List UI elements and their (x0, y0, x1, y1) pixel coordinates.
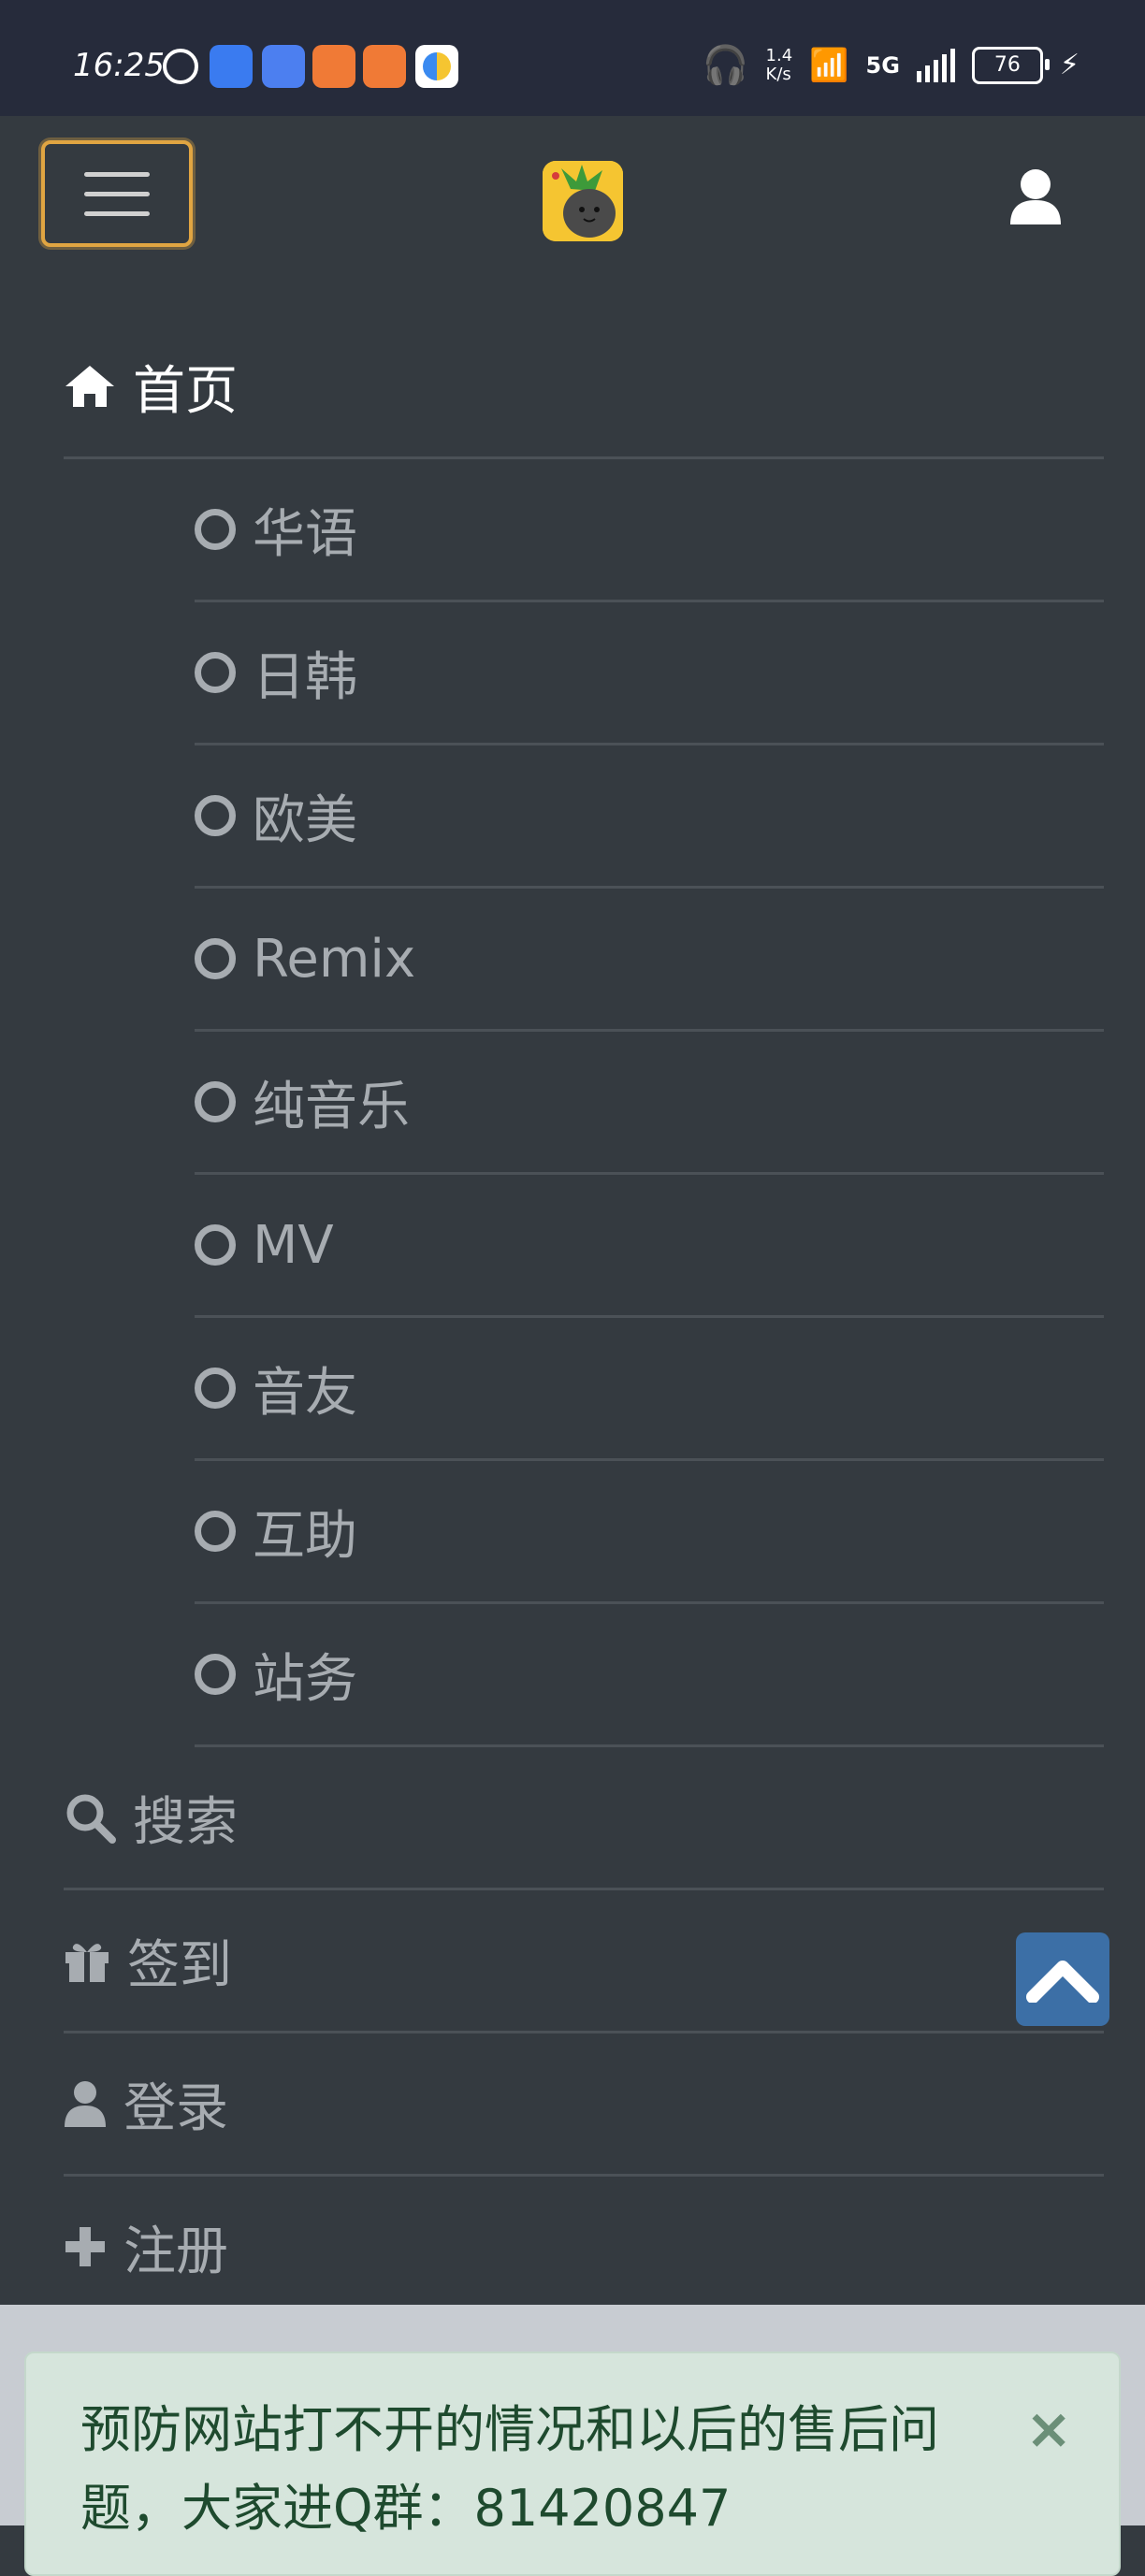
browser-app-icon (415, 45, 458, 88)
nav-subitem-rihan[interactable]: 日韩 (195, 602, 1104, 745)
circle-icon (195, 1224, 236, 1266)
plus-icon (64, 2225, 107, 2268)
nav-subitem-label: Remix (253, 928, 416, 990)
wifi-icon: 📶 (809, 46, 849, 84)
headphones-icon: 🎧 (702, 44, 749, 87)
navbar-toggler-button[interactable] (41, 140, 193, 247)
home-app-icon-2 (363, 45, 406, 88)
hamburger-icon-line (84, 210, 150, 216)
circle-icon (195, 1654, 236, 1695)
circle-icon (195, 938, 236, 979)
nav-subitem-huzhu[interactable]: 互助 (195, 1461, 1104, 1604)
pineapple-logo-icon (543, 161, 623, 241)
nav-item-label: 签到 (127, 1934, 232, 1996)
user-icon (1010, 169, 1061, 224)
nav-item-checkin[interactable]: 签到 (64, 1890, 1104, 2033)
home-icon (64, 364, 116, 409)
nav-subitem-label: 华语 (253, 503, 357, 565)
circle-icon (195, 1368, 236, 1409)
gift-icon (64, 1937, 110, 1984)
alert-text: 预防网站打不开的情况和以后的售后问题，大家进Q群：81420847 (80, 2400, 939, 2538)
navbar (0, 116, 1145, 282)
nav-subitem-zhanwu[interactable]: 站务 (195, 1604, 1104, 1747)
nav-subitem-label: 纯音乐 (253, 1076, 410, 1137)
user-account-button[interactable] (1008, 168, 1063, 226)
nav-item-label: 登录 (123, 2077, 228, 2139)
nav-subitem-remix[interactable]: Remix (195, 889, 1104, 1032)
nav-subitem-mv[interactable]: MV (195, 1175, 1104, 1318)
nav-menu: 首页 华语 日韩 欧美 Remix 纯音乐 MV 音友 互助 站务 搜索 签到 … (64, 316, 1104, 2320)
signal-icon (916, 48, 955, 82)
battery-icon: 76 (971, 46, 1050, 84)
circle-icon (195, 795, 236, 836)
nav-item-search[interactable]: 搜索 (64, 1747, 1104, 1890)
nav-subitem-label: MV (253, 1214, 334, 1276)
nav-subitem-label: 欧美 (253, 789, 357, 851)
circle-icon (195, 652, 236, 693)
status-time: 16:25 (73, 47, 165, 84)
nav-subitem-label: 音友 (253, 1362, 357, 1424)
hamburger-icon-line (84, 191, 150, 196)
security-app-icon (262, 45, 305, 88)
user-icon (64, 2080, 107, 2127)
circle-icon (195, 1511, 236, 1552)
nav-item-label: 搜索 (133, 1791, 238, 1853)
status-indicators: 🎧 1.4 K/s 📶 5G 76 ⚡ (703, 43, 1080, 87)
nav-item-login[interactable]: 登录 (64, 2033, 1104, 2177)
battery-level: 76 (993, 53, 1021, 77)
charging-icon: ⚡ (1059, 49, 1080, 81)
back-to-top-button[interactable] (1016, 1932, 1109, 2026)
circle-icon (195, 1081, 236, 1122)
notice-alert: 预防网站打不开的情况和以后的售后问题，大家进Q群：81420847 × (24, 2352, 1121, 2576)
search-icon (64, 1791, 116, 1844)
alert-close-button[interactable]: × (1025, 2396, 1072, 2462)
nav-subitem-oumei[interactable]: 欧美 (195, 745, 1104, 889)
nav-subitem-huayu[interactable]: 华语 (195, 459, 1104, 602)
page-content: 预防网站打不开的情况和以后的售后问题，大家进Q群：81420847 × (0, 2305, 1145, 2576)
site-logo[interactable] (543, 161, 623, 241)
nav-subitem-label: 站务 (253, 1648, 357, 1710)
nav-item-label: 注册 (123, 2221, 228, 2282)
nav-subitem-label: 互助 (253, 1505, 357, 1567)
alarm-icon (163, 49, 198, 84)
nav-item-label: 首页 (133, 360, 238, 422)
app-store-icon (210, 45, 253, 88)
circle-icon (195, 509, 236, 550)
nav-subitem-label: 日韩 (253, 646, 357, 708)
chevron-up-icon (1026, 1961, 1099, 2003)
hamburger-icon (84, 171, 150, 177)
nav-item-register[interactable]: 注册 (64, 2177, 1104, 2320)
nav-subitem-yinyou[interactable]: 音友 (195, 1318, 1104, 1461)
nav-subitem-pure-music[interactable]: 纯音乐 (195, 1032, 1104, 1175)
network-type: 5G (865, 51, 900, 79)
nav-item-home[interactable]: 首页 (64, 316, 1104, 459)
status-bar: 16:25 🎧 1.4 K/s 📶 5G 76 ⚡ (0, 0, 1145, 116)
net-speed: 1.4 K/s (765, 45, 793, 84)
home-app-icon (312, 45, 355, 88)
